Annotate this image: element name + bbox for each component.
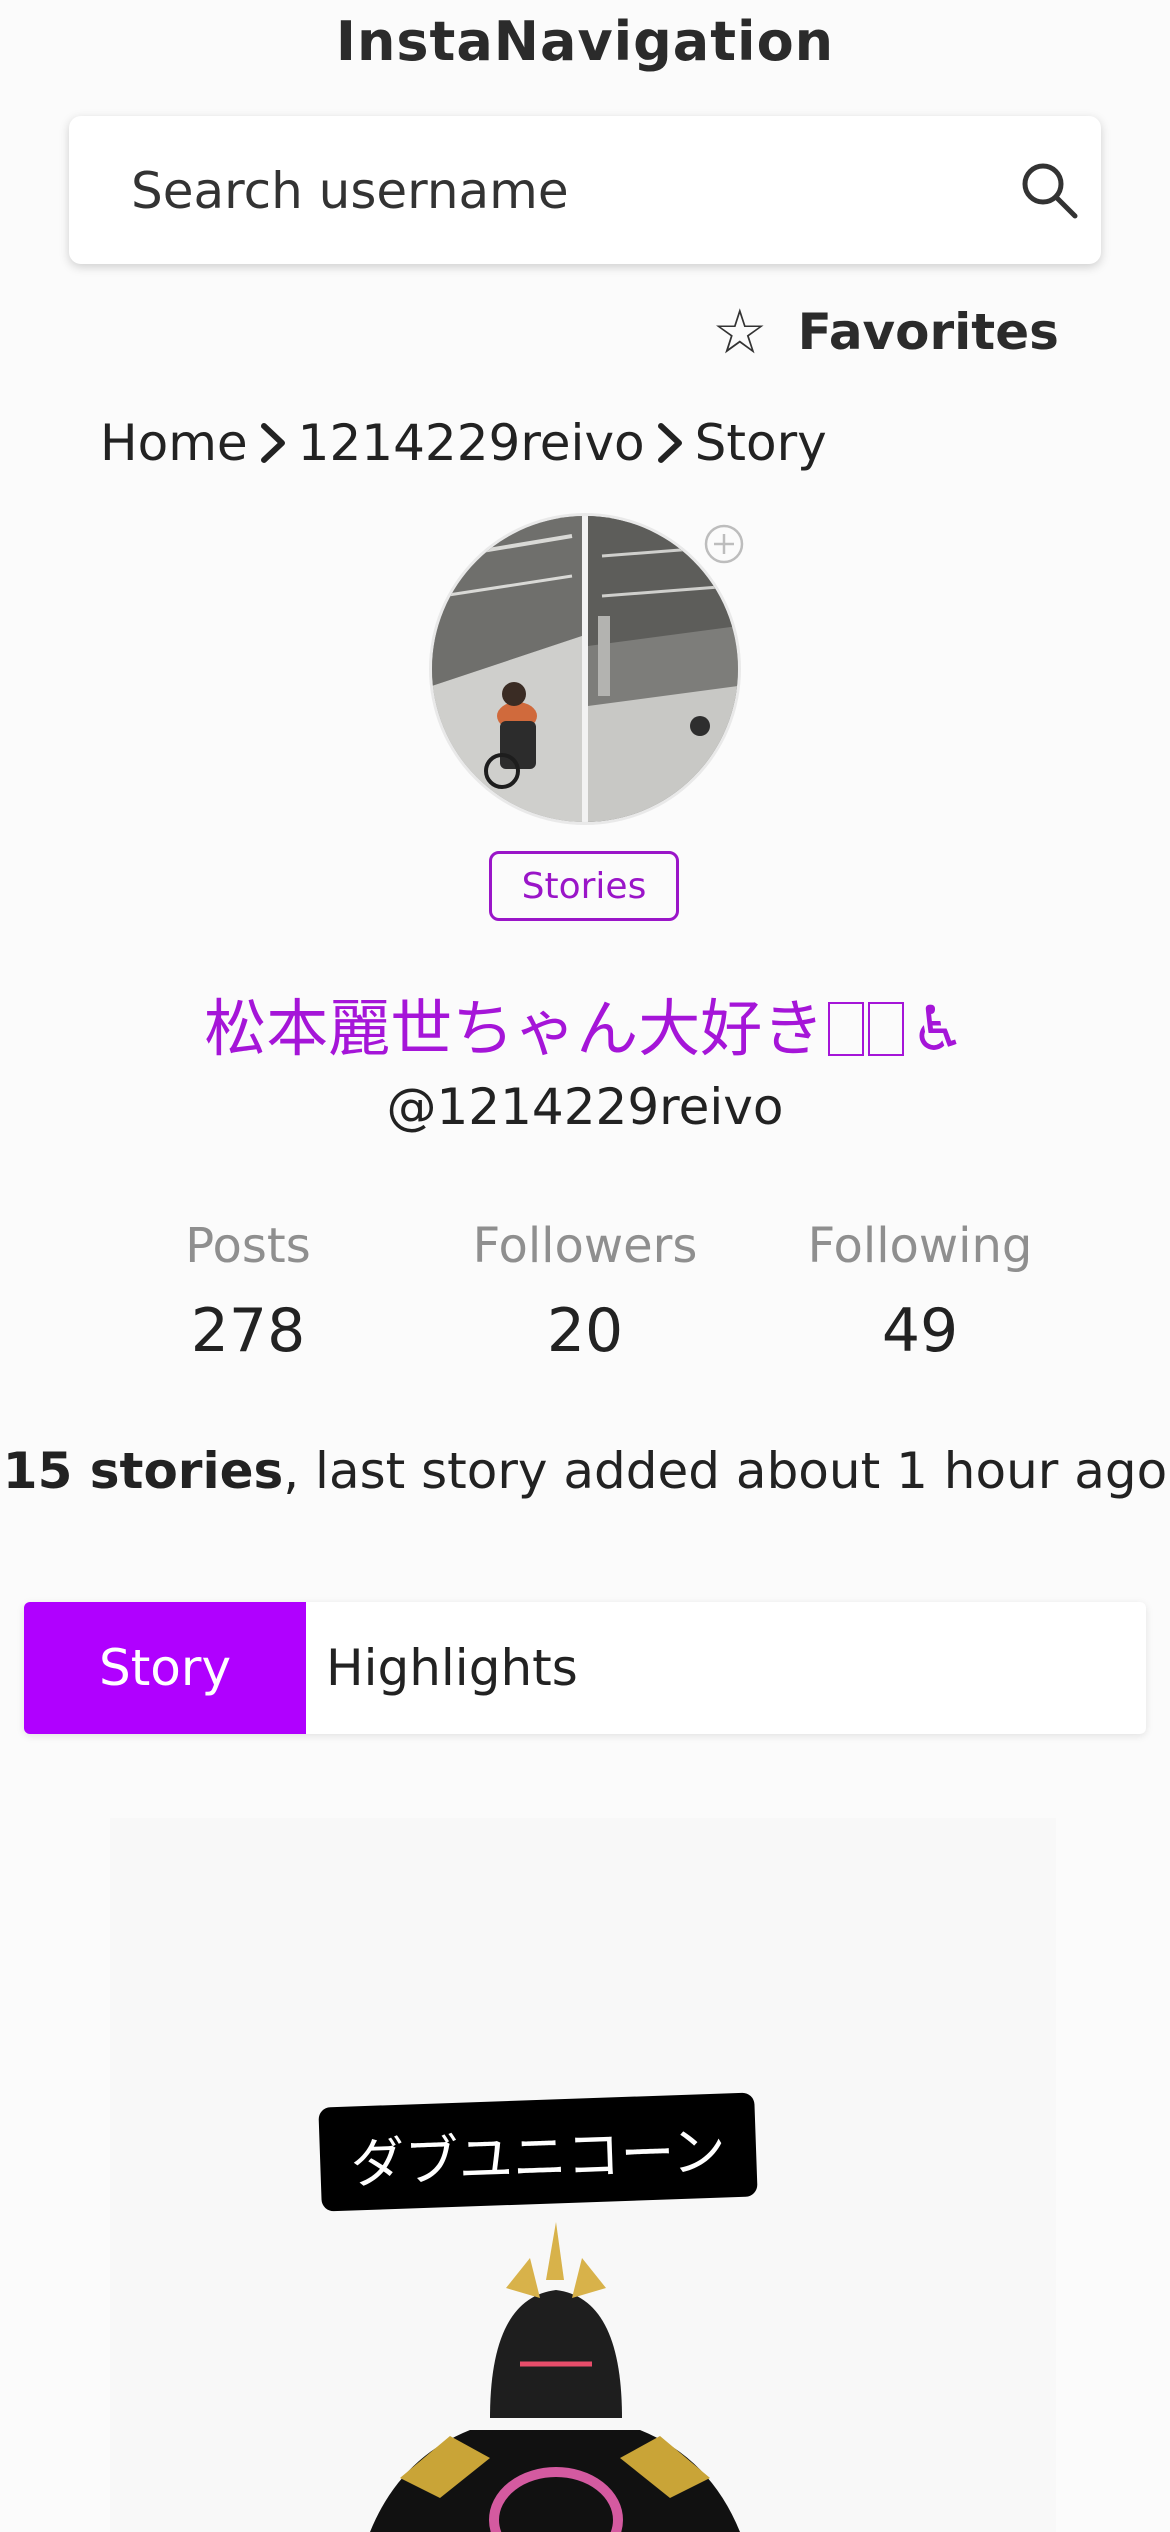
favorites-link[interactable]: ☆ Favorites [712,292,1059,372]
chevron-right-icon [657,423,682,463]
breadcrumb-current: Story [694,414,827,472]
stat-label: Followers [472,1218,698,1274]
tab-bar: Story Highlights [24,1602,1146,1734]
app-title[interactable]: InstaNavigation [0,10,1170,73]
star-outline-icon: ☆ [712,295,768,368]
search-icon[interactable] [1017,158,1081,222]
avatar-photo [432,516,738,822]
story-caption: ダブユニコーン [318,2092,758,2212]
stories-summary: 15 stories, last story added about 1 hou… [0,1442,1170,1500]
stories-last-added: , last story added about 1 hour ago [283,1442,1168,1500]
avatar-container [432,516,744,822]
stat-label: Posts [185,1218,311,1274]
stat-value: 49 [881,1296,959,1366]
search-box [69,116,1101,266]
stat-following: Following 49 [760,1218,1080,1366]
tab-highlights[interactable]: Highlights [306,1602,578,1734]
breadcrumb: Home 1214229reivo Story [100,405,827,481]
search-input[interactable] [129,116,983,266]
stories-count: 15 stories [2,1442,284,1500]
plus-circle-icon[interactable] [702,522,746,566]
display-name-text: 松本麗世ちゃん大好き [204,992,825,1065]
stat-value: 20 [546,1296,624,1366]
stat-value: 278 [190,1296,306,1366]
favorites-label: Favorites [797,303,1059,361]
display-name: 松本麗世ちゃん大好き ♿ [0,978,1170,1068]
wheelchair-icon: ♿ [910,992,966,1065]
stat-label: Following [807,1218,1033,1274]
story-media[interactable]: ダブユニコーン [110,1818,1056,2532]
tab-story[interactable]: Story [24,1602,306,1734]
breadcrumb-home[interactable]: Home [100,414,248,472]
chevron-right-icon [260,423,285,463]
emoji-placeholder [828,1002,865,1056]
stat-posts: Posts 278 [88,1218,408,1366]
breadcrumb-profile[interactable]: 1214229reivo [298,414,645,472]
stories-badge[interactable]: Stories [489,851,679,921]
stat-followers: Followers 20 [425,1218,745,1366]
avatar[interactable] [432,516,738,822]
emoji-placeholder [868,1002,905,1056]
username: @1214229reivo [386,1078,784,1136]
